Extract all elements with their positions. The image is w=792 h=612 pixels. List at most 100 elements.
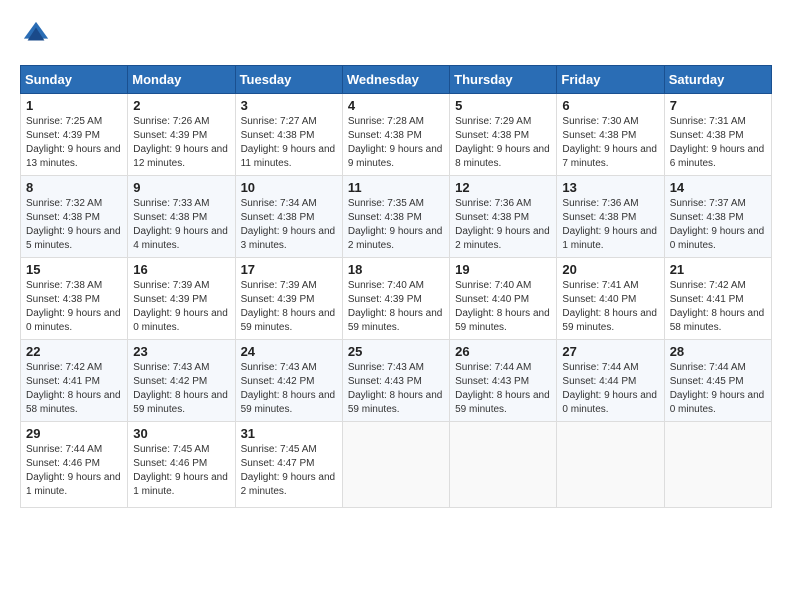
calendar-cell: 28 Sunrise: 7:44 AMSunset: 4:45 PMDaylig… [664, 340, 771, 422]
header [20, 20, 772, 53]
calendar-cell [664, 422, 771, 508]
calendar-cell: 6 Sunrise: 7:30 AMSunset: 4:38 PMDayligh… [557, 94, 664, 176]
calendar-cell: 9 Sunrise: 7:33 AMSunset: 4:38 PMDayligh… [128, 176, 235, 258]
calendar-cell: 20 Sunrise: 7:41 AMSunset: 4:40 PMDaylig… [557, 258, 664, 340]
cell-info: Sunrise: 7:40 AMSunset: 4:40 PMDaylight:… [455, 280, 550, 333]
logo-icon [22, 20, 50, 48]
cell-info: Sunrise: 7:41 AMSunset: 4:40 PMDaylight:… [562, 280, 657, 333]
day-number: 21 [670, 262, 766, 277]
day-number: 13 [562, 180, 658, 195]
calendar-cell: 27 Sunrise: 7:44 AMSunset: 4:44 PMDaylig… [557, 340, 664, 422]
week-row-1: 1 Sunrise: 7:25 AMSunset: 4:39 PMDayligh… [21, 94, 772, 176]
day-number: 1 [26, 98, 122, 113]
week-row-3: 15 Sunrise: 7:38 AMSunset: 4:38 PMDaylig… [21, 258, 772, 340]
calendar-cell: 1 Sunrise: 7:25 AMSunset: 4:39 PMDayligh… [21, 94, 128, 176]
cell-info: Sunrise: 7:30 AMSunset: 4:38 PMDaylight:… [562, 116, 657, 169]
day-number: 16 [133, 262, 229, 277]
day-number: 3 [241, 98, 337, 113]
day-number: 30 [133, 426, 229, 441]
calendar-cell: 18 Sunrise: 7:40 AMSunset: 4:39 PMDaylig… [342, 258, 449, 340]
day-number: 7 [670, 98, 766, 113]
cell-info: Sunrise: 7:33 AMSunset: 4:38 PMDaylight:… [133, 198, 228, 251]
calendar-cell [342, 422, 449, 508]
day-number: 5 [455, 98, 551, 113]
week-row-4: 22 Sunrise: 7:42 AMSunset: 4:41 PMDaylig… [21, 340, 772, 422]
cell-info: Sunrise: 7:43 AMSunset: 4:42 PMDaylight:… [133, 362, 228, 415]
calendar-cell: 30 Sunrise: 7:45 AMSunset: 4:46 PMDaylig… [128, 422, 235, 508]
calendar-cell: 15 Sunrise: 7:38 AMSunset: 4:38 PMDaylig… [21, 258, 128, 340]
logo [20, 20, 54, 53]
cell-info: Sunrise: 7:45 AMSunset: 4:47 PMDaylight:… [241, 444, 336, 497]
calendar-cell [450, 422, 557, 508]
cell-info: Sunrise: 7:25 AMSunset: 4:39 PMDaylight:… [26, 116, 121, 169]
cell-info: Sunrise: 7:37 AMSunset: 4:38 PMDaylight:… [670, 198, 765, 251]
calendar-cell: 23 Sunrise: 7:43 AMSunset: 4:42 PMDaylig… [128, 340, 235, 422]
calendar-cell: 13 Sunrise: 7:36 AMSunset: 4:38 PMDaylig… [557, 176, 664, 258]
calendar-cell: 14 Sunrise: 7:37 AMSunset: 4:38 PMDaylig… [664, 176, 771, 258]
day-number: 29 [26, 426, 122, 441]
calendar-cell: 10 Sunrise: 7:34 AMSunset: 4:38 PMDaylig… [235, 176, 342, 258]
calendar-table: SundayMondayTuesdayWednesdayThursdayFrid… [20, 65, 772, 508]
day-number: 12 [455, 180, 551, 195]
calendar-cell: 25 Sunrise: 7:43 AMSunset: 4:43 PMDaylig… [342, 340, 449, 422]
day-number: 10 [241, 180, 337, 195]
calendar-cell: 5 Sunrise: 7:29 AMSunset: 4:38 PMDayligh… [450, 94, 557, 176]
day-number: 17 [241, 262, 337, 277]
calendar-cell: 2 Sunrise: 7:26 AMSunset: 4:39 PMDayligh… [128, 94, 235, 176]
weekday-header-monday: Monday [128, 66, 235, 94]
cell-info: Sunrise: 7:29 AMSunset: 4:38 PMDaylight:… [455, 116, 550, 169]
cell-info: Sunrise: 7:43 AMSunset: 4:42 PMDaylight:… [241, 362, 336, 415]
weekday-header-tuesday: Tuesday [235, 66, 342, 94]
day-number: 24 [241, 344, 337, 359]
day-number: 9 [133, 180, 229, 195]
cell-info: Sunrise: 7:42 AMSunset: 4:41 PMDaylight:… [26, 362, 121, 415]
cell-info: Sunrise: 7:44 AMSunset: 4:46 PMDaylight:… [26, 444, 121, 497]
calendar-cell: 24 Sunrise: 7:43 AMSunset: 4:42 PMDaylig… [235, 340, 342, 422]
calendar-cell: 22 Sunrise: 7:42 AMSunset: 4:41 PMDaylig… [21, 340, 128, 422]
day-number: 23 [133, 344, 229, 359]
cell-info: Sunrise: 7:36 AMSunset: 4:38 PMDaylight:… [455, 198, 550, 251]
cell-info: Sunrise: 7:42 AMSunset: 4:41 PMDaylight:… [670, 280, 765, 333]
calendar-cell: 8 Sunrise: 7:32 AMSunset: 4:38 PMDayligh… [21, 176, 128, 258]
cell-info: Sunrise: 7:39 AMSunset: 4:39 PMDaylight:… [241, 280, 336, 333]
cell-info: Sunrise: 7:28 AMSunset: 4:38 PMDaylight:… [348, 116, 443, 169]
cell-info: Sunrise: 7:36 AMSunset: 4:38 PMDaylight:… [562, 198, 657, 251]
day-number: 28 [670, 344, 766, 359]
weekday-header-wednesday: Wednesday [342, 66, 449, 94]
cell-info: Sunrise: 7:45 AMSunset: 4:46 PMDaylight:… [133, 444, 228, 497]
week-row-2: 8 Sunrise: 7:32 AMSunset: 4:38 PMDayligh… [21, 176, 772, 258]
day-number: 19 [455, 262, 551, 277]
day-number: 8 [26, 180, 122, 195]
cell-info: Sunrise: 7:35 AMSunset: 4:38 PMDaylight:… [348, 198, 443, 251]
day-number: 27 [562, 344, 658, 359]
cell-info: Sunrise: 7:43 AMSunset: 4:43 PMDaylight:… [348, 362, 443, 415]
cell-info: Sunrise: 7:39 AMSunset: 4:39 PMDaylight:… [133, 280, 228, 333]
weekday-header-saturday: Saturday [664, 66, 771, 94]
day-number: 22 [26, 344, 122, 359]
cell-info: Sunrise: 7:34 AMSunset: 4:38 PMDaylight:… [241, 198, 336, 251]
cell-info: Sunrise: 7:44 AMSunset: 4:45 PMDaylight:… [670, 362, 765, 415]
cell-info: Sunrise: 7:38 AMSunset: 4:38 PMDaylight:… [26, 280, 121, 333]
weekday-header-row: SundayMondayTuesdayWednesdayThursdayFrid… [21, 66, 772, 94]
cell-info: Sunrise: 7:40 AMSunset: 4:39 PMDaylight:… [348, 280, 443, 333]
day-number: 31 [241, 426, 337, 441]
day-number: 14 [670, 180, 766, 195]
cell-info: Sunrise: 7:26 AMSunset: 4:39 PMDaylight:… [133, 116, 228, 169]
day-number: 26 [455, 344, 551, 359]
cell-info: Sunrise: 7:44 AMSunset: 4:43 PMDaylight:… [455, 362, 550, 415]
calendar-cell: 16 Sunrise: 7:39 AMSunset: 4:39 PMDaylig… [128, 258, 235, 340]
week-row-5: 29 Sunrise: 7:44 AMSunset: 4:46 PMDaylig… [21, 422, 772, 508]
day-number: 4 [348, 98, 444, 113]
day-number: 25 [348, 344, 444, 359]
weekday-header-thursday: Thursday [450, 66, 557, 94]
calendar-cell: 21 Sunrise: 7:42 AMSunset: 4:41 PMDaylig… [664, 258, 771, 340]
calendar-cell: 3 Sunrise: 7:27 AMSunset: 4:38 PMDayligh… [235, 94, 342, 176]
cell-info: Sunrise: 7:32 AMSunset: 4:38 PMDaylight:… [26, 198, 121, 251]
day-number: 18 [348, 262, 444, 277]
calendar-cell: 29 Sunrise: 7:44 AMSunset: 4:46 PMDaylig… [21, 422, 128, 508]
page: SundayMondayTuesdayWednesdayThursdayFrid… [0, 0, 792, 518]
day-number: 6 [562, 98, 658, 113]
weekday-header-friday: Friday [557, 66, 664, 94]
calendar-cell: 7 Sunrise: 7:31 AMSunset: 4:38 PMDayligh… [664, 94, 771, 176]
calendar-cell: 26 Sunrise: 7:44 AMSunset: 4:43 PMDaylig… [450, 340, 557, 422]
